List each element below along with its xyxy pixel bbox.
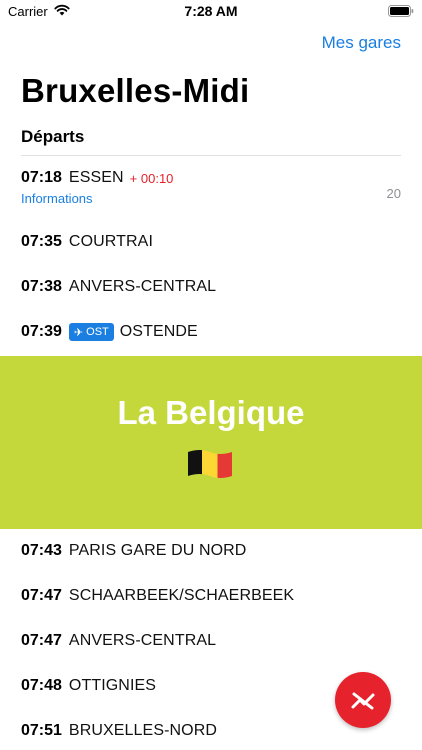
no-connection-icon [351, 692, 375, 710]
departure-time: 07:38 [21, 278, 62, 295]
section-divider [21, 155, 401, 156]
status-time: 7:28 AM [184, 3, 238, 19]
country-banner[interactable]: La Belgique [0, 356, 422, 529]
departure-time: 07:47 [21, 632, 62, 649]
departure-time: 07:51 [21, 722, 62, 739]
battery-icon [388, 5, 414, 17]
departure-time: 07:48 [21, 677, 62, 694]
departure-row[interactable]: 07:35 COURTRAI [21, 230, 401, 254]
status-bar: Carrier 7:28 AM [0, 0, 422, 24]
banner-title: La Belgique [117, 394, 305, 431]
departure-destination: ANVERS-CENTRAL [68, 632, 217, 649]
departure-time: 07:47 [21, 587, 62, 604]
departure-destination: OTTIGNIES [68, 677, 157, 694]
departure-time: 07:18 [21, 169, 62, 186]
departure-row[interactable]: 07:43 PARIS GARE DU NORD [21, 539, 401, 563]
departure-info-link[interactable]: Informations [21, 191, 93, 206]
belgian-flag-icon [188, 450, 232, 478]
departure-row[interactable]: 07:47 SCHAARBEEK/SCHAERBEEK [21, 584, 401, 608]
floating-action-button[interactable] [335, 672, 391, 728]
my-stations-link[interactable]: Mes gares [322, 33, 401, 53]
page-title: Bruxelles-Midi [21, 72, 250, 109]
departure-time: 07:39 [21, 323, 62, 340]
departure-destination: ANVERS-CENTRAL [68, 278, 217, 295]
departure-time: 07:43 [21, 542, 62, 559]
departure-destination: PARIS GARE DU NORD [68, 542, 247, 559]
departure-platform: 20 [386, 186, 401, 201]
departure-delay: + 00:10 [129, 170, 174, 186]
departure-row[interactable]: 07:18 ESSEN + 00:10 20 [21, 166, 401, 201]
airplane-icon: ✈ [73, 326, 84, 339]
departure-destination: OSTENDE [119, 323, 198, 340]
departure-destination: ESSEN [68, 169, 124, 186]
departure-row[interactable]: 07:51 BRUXELLES-NORD [21, 719, 401, 743]
departure-time: 07:35 [21, 233, 62, 250]
airport-badge-label: OST [86, 326, 109, 338]
departure-row[interactable]: 07:38 ANVERS-CENTRAL [21, 275, 401, 299]
departure-row[interactable]: 07:47 ANVERS-CENTRAL [21, 629, 401, 653]
departure-row[interactable]: 07:39 ✈ OST OSTENDE [21, 320, 401, 344]
departures-section-title: Départs [21, 127, 85, 146]
airport-badge: ✈ OST [68, 323, 114, 341]
departure-destination: COURTRAI [68, 233, 153, 250]
departure-destination: BRUXELLES-NORD [68, 722, 218, 739]
departure-destination: SCHAARBEEK/SCHAERBEEK [68, 587, 295, 604]
